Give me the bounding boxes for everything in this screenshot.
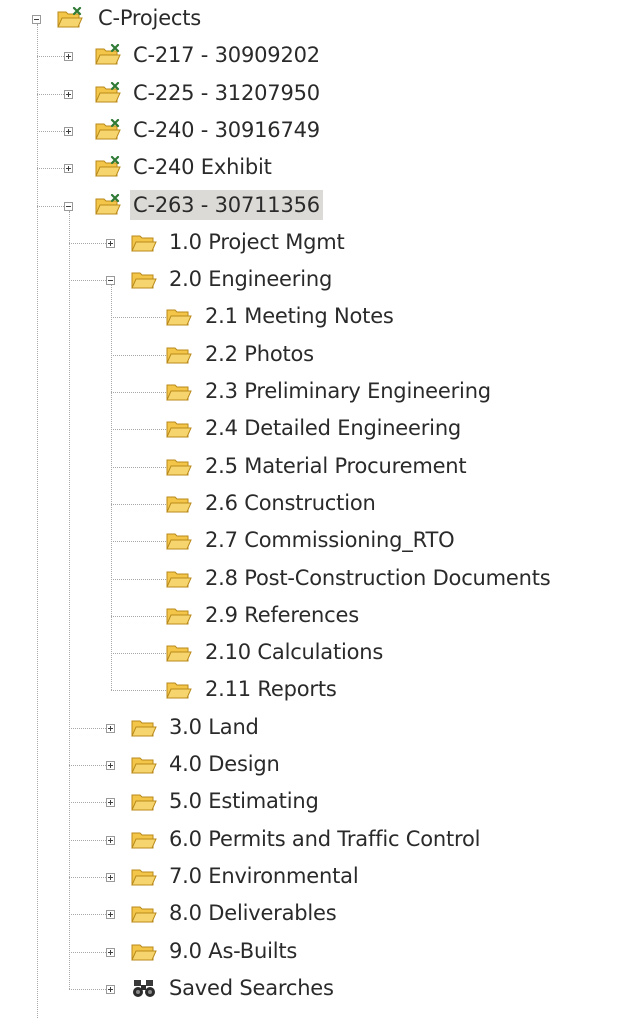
tree-node-section[interactable]: 7.0 Environmental (0, 859, 621, 896)
tree-node-label: 7.0 Environmental (169, 863, 359, 888)
folder-icon (131, 716, 157, 738)
folder-icon (166, 604, 192, 626)
expand-toggle-icon[interactable] (106, 947, 115, 957)
tree-node-label: 2.0 Engineering (169, 267, 333, 292)
tree-node-project[interactable]: C-240 Exhibit (0, 150, 621, 187)
expand-toggle-icon[interactable] (106, 984, 115, 994)
tree-node-label: 2.11 Reports (205, 677, 337, 702)
tree-node-label: 2.7 Commissioning_RTO (205, 528, 455, 553)
folder-icon (131, 753, 157, 775)
expand-toggle-icon[interactable] (106, 761, 115, 770)
project-folder-icon (95, 44, 121, 66)
tree-node-subfolder[interactable]: 2.4 Detailed Engineering (0, 411, 621, 448)
project-folder-icon (57, 7, 83, 29)
folder-icon (166, 678, 192, 700)
binoculars-icon (131, 977, 157, 999)
folder-icon (131, 790, 157, 812)
expand-toggle-icon[interactable] (64, 164, 73, 174)
tree-node-section[interactable]: 8.0 Deliverables (0, 896, 621, 933)
tree-node-section[interactable]: 9.0 As-Builts (0, 934, 621, 971)
tree-node-section[interactable]: 6.0 Permits and Traffic Control (0, 822, 621, 859)
tree-node-label: 2.6 Construction (205, 490, 376, 515)
tree-node-label: C-Projects (98, 6, 202, 30)
tree-node-label: 9.0 As-Builts (169, 938, 298, 963)
tree-node-subfolder[interactable]: 2.6 Construction (0, 486, 621, 523)
tree-node-label: 4.0 Design (169, 752, 280, 776)
expand-toggle-icon[interactable] (106, 910, 115, 920)
tree-node-label: 5.0 Estimating (169, 789, 319, 814)
folder-icon (166, 641, 192, 663)
folder-icon (131, 828, 157, 850)
folder-tree: C-Projects C-217 - 30909202 C-225 - 312079… (0, 0, 621, 1018)
folder-icon (166, 455, 192, 477)
tree-node-project[interactable]: C-225 - 31207950 (0, 76, 621, 113)
folder-icon (131, 940, 157, 962)
project-folder-icon (95, 193, 121, 216)
tree-node-label: 2.9 References (205, 602, 359, 627)
tree-node-project[interactable]: C-263 - 30711356 (0, 188, 621, 225)
expand-toggle-icon[interactable] (106, 798, 115, 808)
tree-node-section[interactable]: 2.0 Engineering (0, 262, 621, 299)
tree-node-subfolder[interactable]: 2.1 Meeting Notes (0, 299, 621, 336)
tree-node-label: C-217 - 30909202 (133, 43, 320, 68)
tree-node-section[interactable]: 3.0 Land (0, 710, 621, 747)
tree-node-section[interactable]: 1.0 Project Mgmt (0, 225, 621, 262)
tree-node-project[interactable]: C-240 - 30916749 (0, 113, 621, 150)
tree-node-label: Saved Searches (169, 975, 334, 1000)
tree-node-subfolder[interactable]: 2.8 Post-Construction Documents (0, 561, 621, 598)
tree-node-label: 2.3 Preliminary Engineering (205, 379, 491, 403)
tree-node-project[interactable]: C-217 - 30909202 (0, 38, 621, 75)
tree-node-label: 2.1 Meeting Notes (205, 304, 394, 329)
expand-toggle-icon[interactable] (64, 52, 73, 62)
folder-icon (131, 865, 157, 887)
tree-node-label: C-240 - 30916749 (133, 117, 320, 142)
tree-node-subfolder[interactable]: 2.7 Commissioning_RTO (0, 523, 621, 560)
project-folder-icon (95, 118, 121, 141)
tree-node-subfolder[interactable]: 2.11 Reports (0, 672, 621, 709)
tree-node-label: 2.8 Post-Construction Documents (205, 565, 551, 590)
folder-icon (166, 529, 192, 551)
collapse-toggle-icon[interactable] (106, 276, 115, 286)
folder-icon (131, 231, 157, 253)
tree-node-subfolder[interactable]: 2.9 References (0, 598, 621, 635)
tree-node-label: C-225 - 31207950 (133, 80, 320, 105)
tree-node-subfolder[interactable]: 2.10 Calculations (0, 635, 621, 672)
tree-node-label: C-263 - 30711356 (130, 189, 323, 220)
expand-toggle-icon[interactable] (64, 89, 73, 99)
tree-node-label: 3.0 Land (169, 714, 259, 739)
tree-node-label: 2.5 Material Procurement (205, 453, 467, 478)
folder-icon (166, 380, 192, 402)
folder-icon (166, 305, 192, 327)
expand-toggle-icon[interactable] (64, 126, 73, 136)
tree-node-section[interactable]: 4.0 Design (0, 747, 621, 784)
collapse-toggle-icon[interactable] (32, 15, 41, 24)
tree-node-section[interactable]: 5.0 Estimating (0, 784, 621, 821)
tree-node-label: 2.4 Detailed Engineering (205, 416, 462, 441)
project-folder-icon (95, 81, 121, 104)
expand-toggle-icon[interactable] (106, 238, 115, 248)
tree-node-subfolder[interactable]: 2.2 Photos (0, 337, 621, 374)
expand-toggle-icon[interactable] (106, 872, 115, 882)
folder-icon (131, 268, 157, 290)
folder-icon (166, 343, 192, 365)
tree-node-c-projects[interactable]: C-Projects (0, 1, 621, 38)
expand-toggle-icon[interactable] (106, 835, 115, 845)
tree-node-subfolder[interactable]: 2.3 Preliminary Engineering (0, 374, 621, 411)
tree-node-label: 2.10 Calculations (205, 640, 384, 665)
tree-node-label: 1.0 Project Mgmt (169, 229, 345, 254)
tree-node-label: 2.2 Photos (205, 341, 314, 366)
folder-icon (166, 567, 192, 589)
project-folder-icon (95, 156, 121, 178)
collapse-toggle-icon[interactable] (64, 201, 73, 211)
folder-icon (166, 492, 192, 514)
folder-icon (131, 902, 157, 924)
folder-icon (166, 417, 192, 439)
tree-node-subfolder[interactable]: 2.5 Material Procurement (0, 449, 621, 486)
expand-toggle-icon[interactable] (106, 723, 115, 733)
tree-node-label: C-240 Exhibit (133, 155, 272, 180)
tree-node-label: 8.0 Deliverables (169, 901, 337, 926)
tree-node-section[interactable]: Saved Searches (0, 971, 621, 1008)
tree-node-label: 6.0 Permits and Traffic Control (169, 826, 481, 851)
